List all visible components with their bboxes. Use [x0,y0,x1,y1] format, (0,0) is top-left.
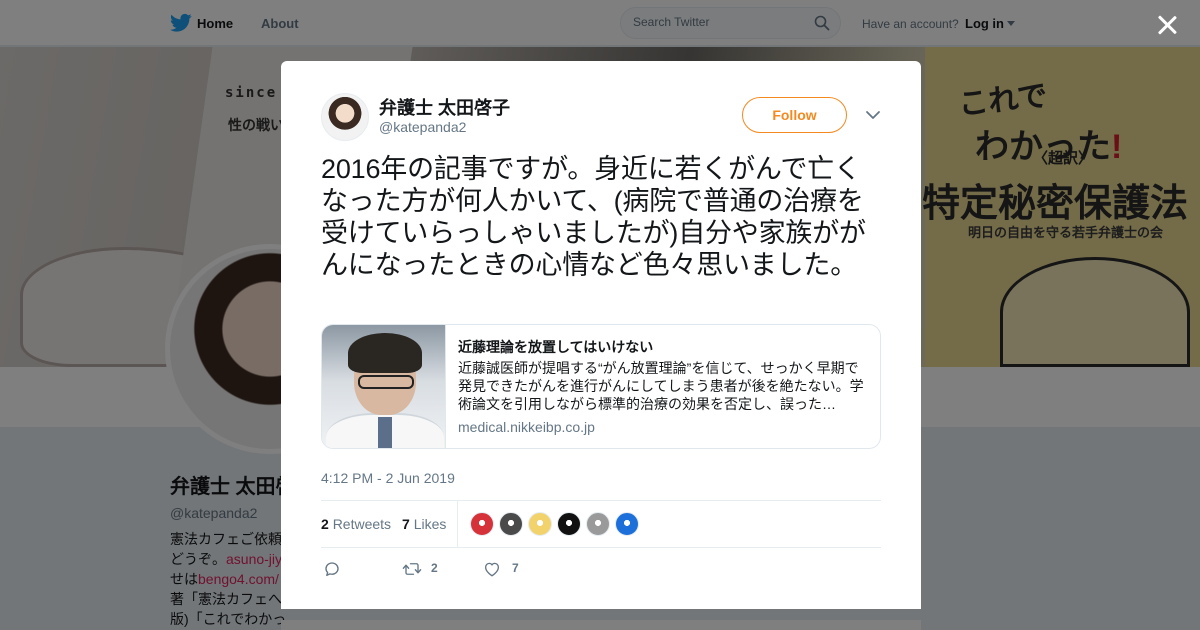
liker-avatar[interactable] [586,512,610,536]
thumbnail-glasses [358,375,414,389]
tweet-modal: 弁護士 太田啓子 @katepanda2 Follow 2016年の記事ですが。… [281,61,921,609]
likes-stat[interactable]: 7 Likes [402,516,446,532]
heart-icon[interactable] [483,560,501,578]
tweet-actions: 2 7 [321,557,881,581]
thumbnail-hair [348,333,422,373]
tweet-author-name[interactable]: 弁護士 太田啓子 [379,94,510,120]
tweet-author-handle[interactable]: @katepanda2 [379,119,466,135]
liker-avatar[interactable] [528,512,552,536]
chevron-down-icon[interactable] [865,109,881,121]
stats-divider [457,501,458,547]
thumbnail-tie [378,417,392,448]
liker-avatar[interactable] [499,512,523,536]
link-preview-card[interactable]: 近藤理論を放置してはいけない 近藤誠医師が提唱する“がん放置理論”を信じて、せっ… [321,324,881,449]
card-domain: medical.nikkeibp.co.jp [458,419,595,435]
retweets-stat[interactable]: 2 Retweets [321,516,391,532]
card-thumbnail [322,325,446,448]
tweet-text: 2016年の記事ですが。身近に若くがんで亡くなった方が何人かいて、(病院で普通の… [321,154,866,280]
tweet-author-avatar[interactable] [321,93,369,141]
retweet-count: 2 [431,561,438,575]
liker-avatar[interactable] [470,512,494,536]
like-count: 7 [512,561,519,575]
card-description: 近藤誠医師が提唱する“がん放置理論”を信じて、せっかく早期で発見できたがんを進行… [458,360,864,412]
card-title: 近藤理論を放置してはいけない [458,339,654,355]
close-icon[interactable] [1154,12,1180,38]
liker-avatar[interactable] [557,512,581,536]
retweet-icon[interactable] [402,560,422,578]
tweet-stats: 2 Retweets 7 Likes [321,500,881,548]
liker-avatar[interactable] [615,512,639,536]
reply-icon[interactable] [323,560,341,578]
follow-button[interactable]: Follow [742,97,847,133]
tweet-timestamp[interactable]: 4:12 PM - 2 Jun 2019 [321,470,455,486]
